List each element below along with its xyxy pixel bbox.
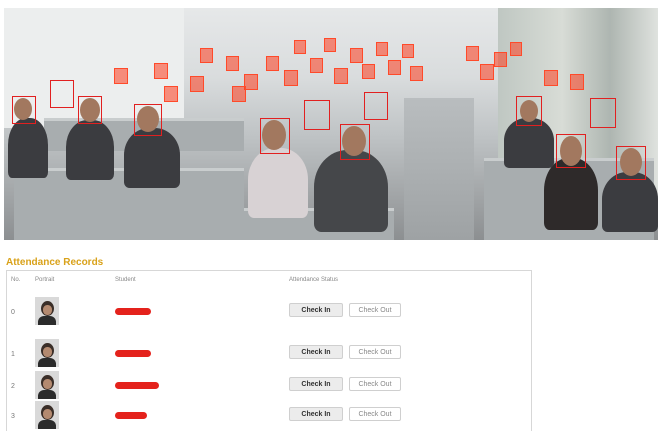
row-index: 0 (11, 309, 15, 316)
face-detection-box (480, 64, 494, 80)
face-detection-box (244, 74, 258, 90)
check-in-button[interactable]: Check In (289, 407, 343, 421)
table-row: 1 Check In Check Out (7, 337, 531, 371)
face-detection-box (616, 146, 646, 180)
face-detection-box (350, 48, 363, 63)
student (124, 128, 180, 188)
face-detection-box (324, 38, 336, 52)
face-detection-box (266, 56, 279, 71)
column-header: Student (115, 277, 136, 283)
student (602, 172, 658, 232)
student-name-redacted (115, 308, 151, 315)
face-detection-box (78, 96, 102, 124)
face-detection-box (114, 68, 128, 84)
face-detection-box (226, 56, 239, 71)
panel-title: Attendance Records (6, 257, 104, 268)
face-detection-box (556, 134, 586, 168)
face-detection-box (494, 52, 507, 67)
check-out-button[interactable]: Check Out (349, 303, 401, 317)
student (8, 118, 48, 178)
student-photo (35, 371, 59, 399)
face-detection-box (310, 58, 323, 73)
face-detection-box (590, 98, 616, 128)
column-header: Attendance Status (289, 277, 339, 283)
face-detection-box (516, 96, 542, 126)
face-detection-box (260, 118, 290, 154)
student (314, 150, 388, 232)
face-detection-box (164, 86, 178, 102)
face-detection-box (570, 74, 584, 90)
table-row: 0 Check In Check Out (7, 295, 531, 329)
face-detection-box (510, 42, 522, 56)
face-detection-box (376, 42, 388, 56)
student-name-redacted (115, 350, 151, 357)
student (544, 158, 598, 230)
face-detection-box (410, 66, 423, 81)
check-out-button[interactable]: Check Out (349, 407, 401, 421)
face-detection-box (544, 70, 558, 86)
face-detection-box (340, 124, 370, 160)
row-index: 3 (11, 413, 15, 420)
table-header: No. Portrait Student Attendance Status (7, 275, 531, 287)
column-header: Portrait (35, 277, 55, 283)
row-index: 1 (11, 351, 15, 358)
face-detection-box (466, 46, 479, 61)
check-out-button[interactable]: Check Out (349, 377, 401, 391)
face-detection-box (190, 76, 204, 92)
face-detection-box (304, 100, 330, 130)
student-photo (35, 339, 59, 367)
classroom-aisle (404, 98, 474, 240)
face-detection-box (364, 92, 388, 120)
row-index: 2 (11, 383, 15, 390)
student-name-redacted (115, 412, 147, 419)
face-detection-box (134, 104, 162, 136)
student-photo (35, 297, 59, 325)
student-name-redacted (115, 382, 159, 389)
table-row: 3 Check In Check Out (7, 399, 531, 433)
check-in-button[interactable]: Check In (289, 377, 343, 391)
face-detection-box (200, 48, 213, 63)
face-detection-box (50, 80, 74, 108)
classroom-camera-frame (4, 8, 658, 240)
student (248, 148, 308, 218)
student-photo (35, 401, 59, 429)
face-detection-box (154, 63, 168, 79)
check-out-button[interactable]: Check Out (349, 345, 401, 359)
face-detection-box (402, 44, 414, 58)
table-row: 2 Check In Check Out (7, 369, 531, 403)
face-detection-box (232, 86, 246, 102)
face-detection-box (388, 60, 401, 75)
student (66, 120, 114, 180)
face-detection-box (362, 64, 375, 79)
attendance-table: No. Portrait Student Attendance Status 0… (6, 270, 532, 431)
check-in-button[interactable]: Check In (289, 303, 343, 317)
column-header: No. (11, 277, 21, 283)
face-detection-box (284, 70, 298, 86)
face-detection-box (12, 96, 36, 124)
face-detection-box (294, 40, 306, 54)
face-detection-box (334, 68, 348, 84)
check-in-button[interactable]: Check In (289, 345, 343, 359)
